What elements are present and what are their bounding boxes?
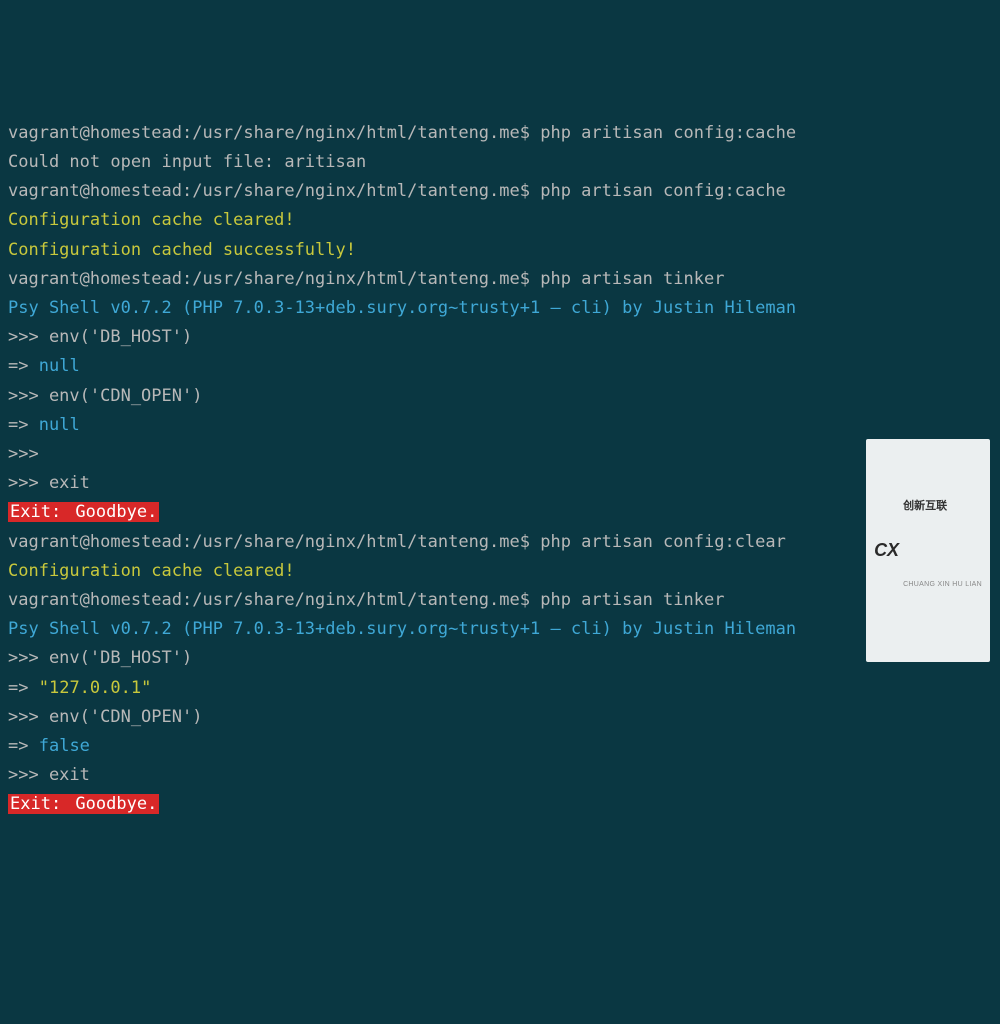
command-text: php aritisan config:cache [540,123,796,143]
command-text: php artisan tinker [540,590,724,610]
watermark-subtext: CHUANG XIN HU LIAN [903,570,982,599]
repl-line: >>> env('CDN_OPEN') [8,386,202,406]
watermark-logo-icon: CX [874,536,899,565]
terminal-output: vagrant@homestead:/usr/share/nginx/html/… [8,119,1000,820]
goodbye-label: Goodbye. [63,794,159,814]
shell-prompt: vagrant@homestead:/usr/share/nginx/html/… [8,269,530,289]
psy-banner: Psy Shell v0.7.2 (PHP 7.0.3-13+deb.sury.… [8,298,796,318]
error-line: Could not open input file: aritisan [8,152,366,172]
success-line: Configuration cache cleared! [8,561,295,581]
command-text: php artisan tinker [540,269,724,289]
repl-result-value: "127.0.0.1" [39,678,152,698]
repl-line: >>> env('CDN_OPEN') [8,707,202,727]
repl-result-arrow: => [8,415,28,435]
command-text: php artisan config:clear [540,532,786,552]
repl-result-value: null [39,356,80,376]
command-text: php artisan config:cache [540,181,786,201]
repl-line: >>> env('DB_HOST') [8,327,192,347]
success-line: Configuration cached successfully! [8,240,356,260]
repl-result-arrow: => [8,356,28,376]
exit-label: Exit: [8,502,63,522]
shell-prompt: vagrant@homestead:/usr/share/nginx/html/… [8,590,530,610]
repl-result-value: null [39,415,80,435]
repl-line: >>> env('DB_HOST') [8,648,192,668]
repl-result-value: false [39,736,90,756]
watermark-badge: CX 创新互联 CHUANG XIN HU LIAN [866,439,990,662]
watermark-brand-text: 创新互联 [903,501,982,512]
repl-line: >>> exit [8,765,90,785]
shell-prompt: vagrant@homestead:/usr/share/nginx/html/… [8,181,530,201]
psy-banner: Psy Shell v0.7.2 (PHP 7.0.3-13+deb.sury.… [8,619,796,639]
exit-label: Exit: [8,794,63,814]
success-line: Configuration cache cleared! [8,210,295,230]
shell-prompt: vagrant@homestead:/usr/share/nginx/html/… [8,123,530,143]
repl-line: >>> exit [8,473,90,493]
repl-result-arrow: => [8,736,28,756]
repl-result-arrow: => [8,678,28,698]
shell-prompt: vagrant@homestead:/usr/share/nginx/html/… [8,532,530,552]
repl-line: >>> [8,444,39,464]
goodbye-label: Goodbye. [63,502,159,522]
